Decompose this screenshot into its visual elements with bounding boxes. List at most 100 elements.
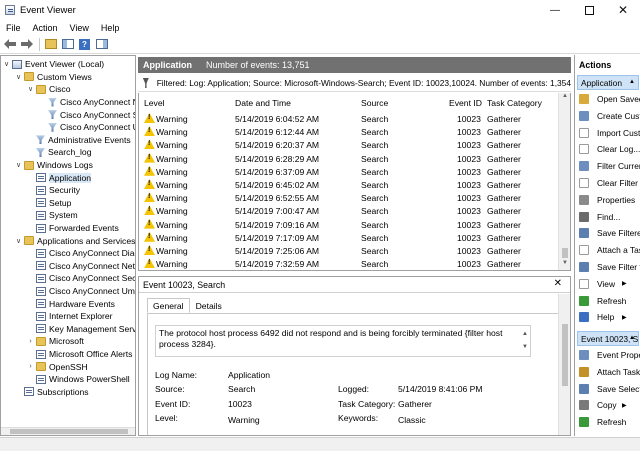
action-item[interactable]: Find... [579, 209, 620, 225]
tree-item[interactable]: ∨ Cisco [27, 83, 71, 96]
event-row[interactable]: Warning 5/14/2019 6:12:44 AM Search 10023 Ga… [139, 125, 559, 138]
expand-down-icon[interactable]: ∨ [27, 85, 34, 93]
scroll-down-icon[interactable]: ▼ [559, 260, 570, 270]
back-button[interactable] [2, 37, 17, 52]
action-item[interactable]: Save Filtered Log File As... [579, 225, 640, 241]
tree-item[interactable]: ∨ Windows Logs [15, 159, 93, 172]
show-hide-action-pane-button[interactable] [94, 37, 109, 52]
tree-item[interactable]: Microsoft Office Alerts [27, 348, 132, 361]
expand-right-icon[interactable]: › [27, 363, 34, 370]
event-row[interactable]: Warning 5/14/2019 6:04:52 AM Search 10023 Ga… [139, 112, 559, 125]
tree-item[interactable]: Administrative Events [27, 134, 131, 147]
forward-button[interactable] [19, 37, 34, 52]
action-item[interactable]: Event Properties [579, 347, 640, 363]
menu-file[interactable]: File [0, 23, 27, 33]
show-hide-tree-button[interactable] [60, 37, 75, 52]
event-row[interactable]: Warning 5/14/2019 7:32:59 AM Search 10023 Ga… [139, 257, 559, 270]
action-group-event[interactable]: Event 10023, Search▲ [577, 331, 639, 346]
tree-item[interactable]: Cisco AnyConnect Secure [39, 108, 135, 121]
tree-item[interactable]: ∨ Applications and Services Logs [15, 234, 135, 247]
action-item[interactable]: Refresh [579, 414, 626, 430]
grid-scrollbar[interactable]: ▲ ▼ [558, 93, 570, 270]
action-item[interactable]: Clear Log... [579, 141, 640, 157]
help-toolbar-button[interactable]: ? [77, 37, 92, 52]
menu-view[interactable]: View [64, 23, 95, 33]
tree-item[interactable]: ∨ Custom Views [15, 71, 92, 84]
close-icon[interactable]: ✕ [554, 278, 562, 289]
scroll-up-icon[interactable]: ▲ [559, 93, 570, 103]
event-row[interactable]: Warning 5/14/2019 7:09:16 AM Search 10023 Ga… [139, 218, 559, 231]
tree-item[interactable]: Application [27, 171, 92, 184]
action-item[interactable]: Copy ▶ [579, 397, 627, 413]
event-row[interactable]: Warning 5/14/2019 6:20:37 AM Search 10023 Ga… [139, 138, 559, 151]
menu-help[interactable]: Help [95, 23, 126, 33]
column-source[interactable]: Source [361, 98, 388, 108]
detail-scrollbar[interactable] [558, 294, 570, 435]
tree-item[interactable]: › OpenSSH [27, 360, 87, 373]
maximize-button[interactable] [572, 0, 606, 20]
scroll-thumb[interactable] [562, 248, 568, 258]
action-item[interactable]: Import Custom View... [579, 125, 640, 141]
tree-item[interactable]: Cisco AnyConnect Umbrella [27, 285, 135, 298]
column-date-time[interactable]: Date and Time [235, 98, 291, 108]
expand-down-icon[interactable]: ∨ [15, 161, 22, 169]
action-item[interactable]: Attach Task To This Event... [579, 364, 640, 380]
tree-item[interactable]: Cisco AnyConnect Diagnostics [27, 247, 135, 260]
event-row[interactable]: Warning 5/14/2019 6:28:29 AM Search 10023 Ga… [139, 152, 559, 165]
action-item[interactable]: Clear Filter [579, 175, 638, 191]
event-row[interactable]: Warning 5/14/2019 7:00:47 AM Search 10023 Ga… [139, 204, 559, 217]
minimize-button[interactable]: — [538, 0, 572, 20]
tree-item[interactable]: Cisco AnyConnect Network [39, 96, 135, 109]
action-group-application[interactable]: Application ▲ [577, 75, 639, 90]
action-item[interactable]: Save Selected Events... [579, 381, 640, 397]
description-scroll[interactable]: ▲ ▼ [522, 328, 528, 354]
event-description[interactable]: The protocol host process 6492 did not r… [155, 325, 531, 357]
collapse-up-icon[interactable]: ▲ [629, 335, 635, 341]
expand-right-icon[interactable]: › [27, 338, 34, 345]
tree-item[interactable]: Cisco AnyConnect Secure [27, 272, 135, 285]
collapse-up-icon[interactable]: ▲ [629, 79, 635, 85]
event-row[interactable]: Warning 5/14/2019 6:45:02 AM Search 10023 Ga… [139, 178, 559, 191]
action-item[interactable]: View ▶ [579, 276, 627, 292]
tree-item[interactable]: ∨ Event Viewer (Local) [3, 58, 104, 71]
tree-item[interactable]: Windows PowerShell [27, 373, 130, 386]
tree-horizontal-scrollbar[interactable] [1, 427, 135, 435]
up-folder-button[interactable] [43, 37, 58, 52]
tab-details[interactable]: Details [190, 298, 228, 313]
tree-item[interactable]: Cisco AnyConnect Umbrella [39, 121, 135, 134]
tree-item[interactable]: Subscriptions [15, 386, 89, 399]
column-task-category[interactable]: Task Category [487, 98, 542, 108]
column-event-id[interactable]: Event ID [449, 98, 482, 108]
tree-item[interactable]: Security [27, 184, 80, 197]
expand-down-icon[interactable]: ∨ [3, 60, 10, 68]
action-item[interactable]: Refresh [579, 293, 626, 309]
expand-down-icon[interactable]: ∨ [15, 73, 22, 81]
tree-item[interactable]: Cisco AnyConnect Network [27, 260, 135, 273]
action-item[interactable]: Properties [579, 192, 635, 208]
menu-action[interactable]: Action [27, 23, 64, 33]
event-row[interactable]: Warning 5/14/2019 6:52:55 AM Search 10023 Ga… [139, 191, 559, 204]
event-row[interactable]: Warning 5/14/2019 7:17:09 AM Search 10023 Ga… [139, 231, 559, 244]
event-row[interactable]: Warning 5/14/2019 7:25:06 AM Search 10023 Ga… [139, 244, 559, 257]
tree-item[interactable]: Hardware Events [27, 297, 115, 310]
expand-down-icon[interactable]: ∨ [15, 237, 22, 245]
tree-item[interactable]: › Microsoft [27, 335, 84, 348]
tree-item[interactable]: Key Management Service [27, 323, 135, 336]
tree-item[interactable]: Setup [27, 197, 71, 210]
event-row[interactable]: Warning 5/14/2019 6:37:09 AM Search 10023 Ga… [139, 165, 559, 178]
close-button[interactable]: ✕ [606, 0, 640, 20]
action-item[interactable]: Help ▶ [579, 309, 627, 325]
action-item[interactable]: Attach a Task To this Log... [579, 242, 640, 258]
tree-item[interactable]: Internet Explorer [27, 310, 113, 323]
tree-scroll-thumb[interactable] [10, 429, 128, 434]
tab-general[interactable]: General [147, 298, 190, 313]
column-level[interactable]: Level [144, 98, 165, 108]
action-item[interactable]: Open Saved Log... [579, 91, 640, 107]
action-item[interactable]: Create Custom View... [579, 108, 640, 124]
action-item[interactable]: Filter Current Log... [579, 158, 640, 174]
detail-scroll-thumb[interactable] [562, 324, 568, 386]
action-item[interactable]: Save Filter to Custom View... [579, 259, 640, 275]
tree-item[interactable]: Search_log [27, 146, 91, 159]
tree-item[interactable]: System [27, 209, 78, 222]
tree-item[interactable]: Forwarded Events [27, 222, 119, 235]
